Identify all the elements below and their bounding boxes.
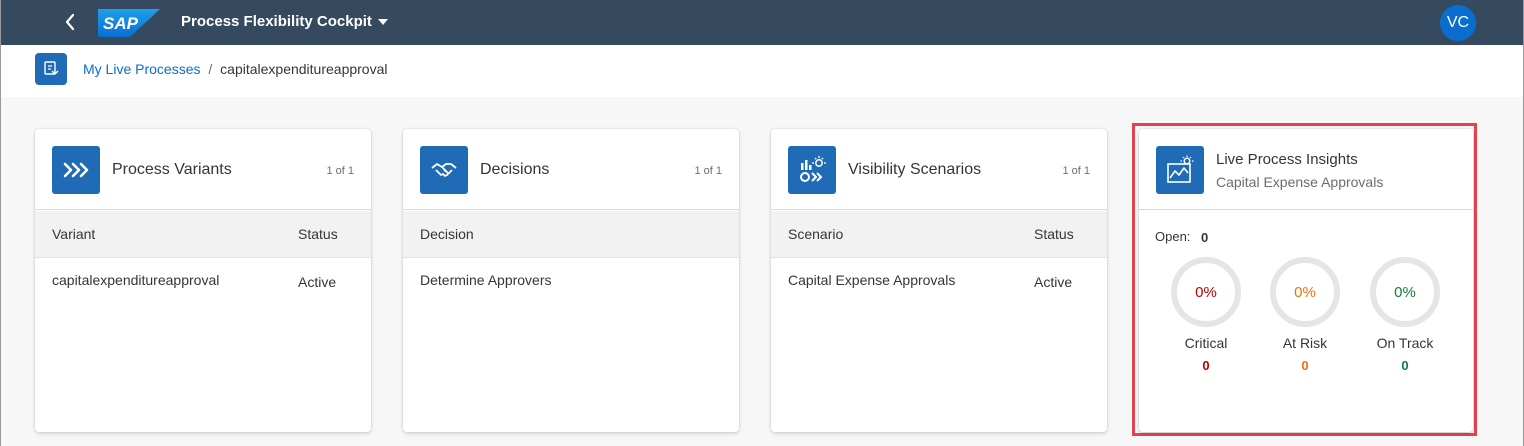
card-header[interactable]: Visibility Scenarios 1 of 1 (771, 129, 1107, 210)
card-header[interactable]: Live Process Insights Capital Expense Ap… (1139, 129, 1473, 210)
chevrons-icon (52, 146, 100, 194)
card-title: Process Variants (112, 161, 232, 178)
sap-logo-text: SAP (103, 14, 139, 33)
back-arrow-icon (65, 13, 75, 31)
handshake-icon (420, 146, 468, 194)
breadcrumb-current: capitalexpenditureapproval (220, 61, 388, 77)
back-button[interactable] (57, 8, 83, 36)
column-header-scenario: Scenario (788, 226, 844, 242)
app-title: Process Flexibility Cockpit (181, 13, 372, 30)
on-track-ring[interactable]: 0% (1370, 257, 1440, 327)
process-icon (35, 53, 67, 85)
scenario-name: Capital Expense Approvals (788, 272, 956, 288)
open-value: 0 (1201, 230, 1209, 245)
page-header: My Live Processes / capitalexpenditureap… (1, 45, 1523, 97)
critical-label: Critical (1184, 335, 1228, 351)
table-header: Variant Status (35, 211, 371, 258)
on-track-percent: 0% (1394, 283, 1416, 301)
critical-percent: 0% (1195, 283, 1217, 301)
card-subtitle: Capital Expense Approvals (1216, 174, 1384, 190)
visibility-icon (788, 146, 836, 194)
process-variants-card: Process Variants 1 of 1 Variant Status c… (35, 129, 371, 432)
card-title: Live Process Insights (1216, 151, 1358, 168)
on-track-count: 0 (1401, 358, 1409, 373)
at-risk-ring[interactable]: 0% (1270, 257, 1340, 327)
decision-name: Determine Approvers (420, 272, 552, 288)
dropdown-caret-icon (377, 19, 388, 25)
open-label: Open: (1155, 229, 1191, 244)
at-risk-label: At Risk (1282, 335, 1328, 351)
at-risk-count: 0 (1301, 358, 1309, 373)
decisions-card: Decisions 1 of 1 Decision Determine Appr… (403, 129, 739, 432)
column-header-variant: Variant (52, 226, 96, 242)
breadcrumb: My Live Processes / capitalexpenditureap… (83, 61, 388, 77)
card-title: Decisions (480, 161, 550, 178)
at-risk-percent: 0% (1294, 283, 1316, 301)
visibility-scenarios-card: Visibility Scenarios 1 of 1 Scenario Sta… (771, 129, 1107, 432)
variant-name: capitalexpenditureapproval (52, 272, 220, 288)
table-row[interactable]: Determine Approvers (403, 258, 739, 304)
shell-bar: SAP Process Flexibility Cockpit VC (1, 0, 1523, 45)
card-title: Visibility Scenarios (848, 161, 982, 178)
card-header[interactable]: Process Variants 1 of 1 (35, 129, 371, 210)
insights-chart-icon (1156, 146, 1204, 194)
on-track-label: On Track (1376, 335, 1434, 351)
table-row[interactable]: capitalexpenditureapproval Active (35, 258, 371, 304)
critical-ring[interactable]: 0% (1171, 257, 1241, 327)
scenario-status: Active (1034, 274, 1073, 290)
card-count: 1 of 1 (326, 165, 354, 177)
table-header: Decision (403, 211, 739, 258)
sap-logo[interactable]: SAP (98, 9, 160, 37)
user-avatar[interactable]: VC (1440, 5, 1476, 41)
variant-status: Active (298, 274, 337, 290)
card-header[interactable]: Decisions 1 of 1 (403, 129, 739, 210)
column-header-decision: Decision (420, 226, 474, 242)
table-header: Scenario Status (771, 211, 1107, 258)
card-count: 1 of 1 (694, 165, 722, 177)
card-count: 1 of 1 (1062, 165, 1090, 177)
breadcrumb-separator: / (208, 61, 213, 77)
column-header-status: Status (1034, 226, 1074, 242)
app-title-menu[interactable]: Process Flexibility Cockpit (181, 13, 388, 30)
table-row[interactable]: Capital Expense Approvals Active (771, 258, 1107, 304)
live-process-insights-card: Live Process Insights Capital Expense Ap… (1139, 129, 1473, 432)
breadcrumb-link-my-live-processes[interactable]: My Live Processes (83, 61, 200, 77)
column-header-status: Status (298, 226, 338, 242)
critical-count: 0 (1202, 358, 1210, 373)
